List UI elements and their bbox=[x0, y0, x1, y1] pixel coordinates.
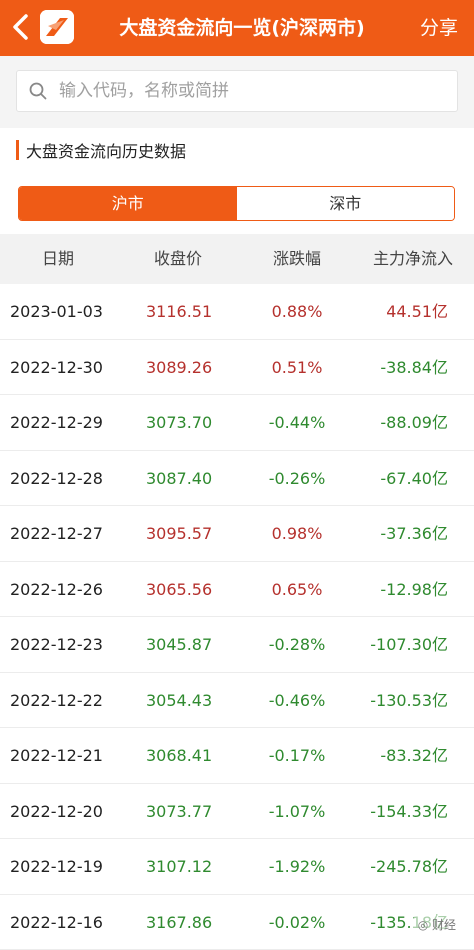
cell-change-pct: 0.88% bbox=[250, 284, 344, 339]
cell-close-price: 3073.70 bbox=[146, 395, 212, 450]
search-input[interactable] bbox=[59, 71, 449, 111]
cell-date: 2022-12-22 bbox=[10, 673, 103, 728]
cell-net-inflow: -154.33亿 bbox=[370, 784, 448, 839]
cell-change-pct: -0.46% bbox=[250, 673, 344, 728]
table-row[interactable]: 2022-12-28 3087.40 -0.26% -67.40亿 bbox=[0, 451, 474, 507]
cell-date: 2023-01-03 bbox=[10, 284, 103, 339]
cell-close-price: 3087.40 bbox=[146, 451, 212, 506]
table-row[interactable]: 2023-01-03 3116.51 0.88% 44.51亿 bbox=[0, 284, 474, 340]
table-row[interactable]: 2022-12-19 3107.12 -1.92% -245.78亿 bbox=[0, 839, 474, 895]
cell-net-inflow: -67.40亿 bbox=[380, 451, 448, 506]
cell-net-inflow: -107.30亿 bbox=[370, 617, 448, 672]
cell-net-inflow: -245.78亿 bbox=[370, 839, 448, 894]
table-row[interactable]: 2022-12-30 3089.26 0.51% -38.84亿 bbox=[0, 340, 474, 396]
search-box[interactable] bbox=[16, 70, 458, 112]
cell-date: 2022-12-23 bbox=[10, 617, 103, 672]
search-area bbox=[0, 56, 474, 128]
chevron-left-icon[interactable] bbox=[10, 12, 36, 42]
column-header-change[interactable]: 涨跌幅 bbox=[250, 234, 344, 284]
cell-close-price: 3167.86 bbox=[146, 895, 212, 950]
cell-close-price: 3065.56 bbox=[146, 562, 212, 617]
cell-net-inflow: -88.09亿 bbox=[380, 395, 448, 450]
cell-change-pct: -0.44% bbox=[250, 395, 344, 450]
cell-close-price: 3045.87 bbox=[146, 617, 212, 672]
market-tabs: 沪市 深市 bbox=[18, 186, 455, 221]
tab-shanghai[interactable]: 沪市 bbox=[19, 187, 237, 220]
cell-change-pct: 0.98% bbox=[250, 506, 344, 561]
cell-change-pct: 0.65% bbox=[250, 562, 344, 617]
section-accent-bar bbox=[16, 140, 19, 160]
cell-date: 2022-12-28 bbox=[10, 451, 103, 506]
search-icon bbox=[29, 82, 47, 100]
cell-date: 2022-12-21 bbox=[10, 728, 103, 783]
table-row[interactable]: 2022-12-22 3054.43 -0.46% -130.53亿 bbox=[0, 673, 474, 729]
column-header-price[interactable]: 收盘价 bbox=[130, 234, 226, 284]
cell-change-pct: -1.92% bbox=[250, 839, 344, 894]
app-logo-icon bbox=[40, 10, 74, 44]
cell-date: 2022-12-19 bbox=[10, 839, 103, 894]
cell-change-pct: -0.28% bbox=[250, 617, 344, 672]
cell-change-pct: -1.07% bbox=[250, 784, 344, 839]
share-button[interactable]: 分享 bbox=[420, 0, 458, 56]
cell-net-inflow: 44.51亿 bbox=[386, 284, 448, 339]
cell-date: 2022-12-16 bbox=[10, 895, 103, 950]
cell-net-inflow: -12.98亿 bbox=[380, 562, 448, 617]
cell-close-price: 3073.77 bbox=[146, 784, 212, 839]
page-title: 大盘资金流向一览(沪深两市) bbox=[92, 0, 392, 56]
cell-date: 2022-12-27 bbox=[10, 506, 103, 561]
cell-net-inflow: -38.84亿 bbox=[380, 340, 448, 395]
cell-close-price: 3089.26 bbox=[146, 340, 212, 395]
cell-date: 2022-12-30 bbox=[10, 340, 103, 395]
column-header-net-inflow[interactable]: 主力净流入 bbox=[358, 234, 468, 284]
cell-close-price: 3054.43 bbox=[146, 673, 212, 728]
cell-close-price: 3095.57 bbox=[146, 506, 212, 561]
cell-change-pct: 0.51% bbox=[250, 340, 344, 395]
table-row[interactable]: 2022-12-20 3073.77 -1.07% -154.33亿 bbox=[0, 784, 474, 840]
column-header-date[interactable]: 日期 bbox=[10, 234, 106, 284]
cell-change-pct: -0.17% bbox=[250, 728, 344, 783]
table-row[interactable]: 2022-12-29 3073.70 -0.44% -88.09亿 bbox=[0, 395, 474, 451]
cell-change-pct: -0.02% bbox=[250, 895, 344, 950]
watermark: ◎ 财经 bbox=[414, 915, 460, 934]
table-row[interactable]: 2022-12-21 3068.41 -0.17% -83.32亿 bbox=[0, 728, 474, 784]
table-row[interactable]: 2022-12-27 3095.57 0.98% -37.36亿 bbox=[0, 506, 474, 562]
section-title: 大盘资金流向历史数据 bbox=[26, 138, 186, 162]
table-row[interactable]: 2022-12-23 3045.87 -0.28% -107.30亿 bbox=[0, 617, 474, 673]
cell-change-pct: -0.26% bbox=[250, 451, 344, 506]
cell-date: 2022-12-26 bbox=[10, 562, 103, 617]
cell-date: 2022-12-29 bbox=[10, 395, 103, 450]
cell-close-price: 3068.41 bbox=[146, 728, 212, 783]
cell-net-inflow: -37.36亿 bbox=[380, 506, 448, 561]
table-header: 日期 收盘价 涨跌幅 主力净流入 bbox=[0, 234, 474, 284]
cell-net-inflow: -83.32亿 bbox=[380, 728, 448, 783]
tab-shenzhen[interactable]: 深市 bbox=[237, 187, 455, 220]
app-header: 大盘资金流向一览(沪深两市) 分享 bbox=[0, 0, 474, 56]
cell-close-price: 3107.12 bbox=[146, 839, 212, 894]
cell-date: 2022-12-20 bbox=[10, 784, 103, 839]
cell-net-inflow: -130.53亿 bbox=[370, 673, 448, 728]
table-row[interactable]: 2022-12-26 3065.56 0.65% -12.98亿 bbox=[0, 562, 474, 618]
cell-close-price: 3116.51 bbox=[146, 284, 212, 339]
table-body: 2023-01-03 3116.51 0.88% 44.51亿 2022-12-30 30… bbox=[0, 284, 474, 950]
